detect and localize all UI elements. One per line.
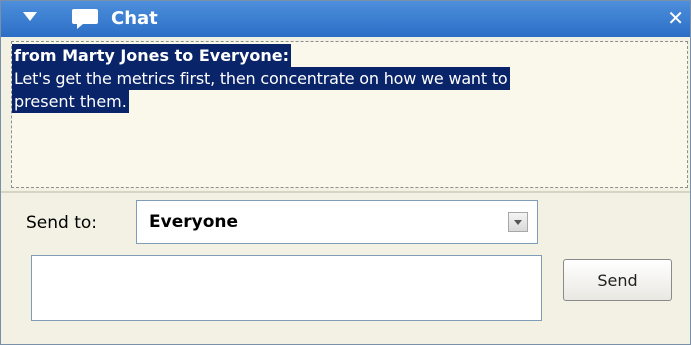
chat-title: Chat bbox=[111, 8, 158, 29]
close-icon[interactable]: ✕ bbox=[667, 5, 684, 31]
message-text-line: Let's get the metrics first, then concen… bbox=[12, 67, 510, 90]
send-button[interactable]: Send bbox=[563, 259, 672, 301]
speech-bubble-icon bbox=[72, 9, 98, 29]
message-text-line: present them. bbox=[12, 90, 129, 113]
divider bbox=[1, 191, 690, 193]
send-to-label: Send to: bbox=[26, 213, 98, 233]
chat-titlebar: Chat ✕ bbox=[1, 1, 690, 37]
chat-message: from Marty Jones to Everyone: Let's get … bbox=[12, 44, 687, 113]
collapse-triangle-icon[interactable] bbox=[23, 12, 37, 21]
send-to-selected-value: Everyone bbox=[149, 212, 239, 232]
chevron-down-icon[interactable] bbox=[508, 212, 528, 232]
send-to-dropdown[interactable]: Everyone bbox=[136, 200, 538, 244]
chat-panel: Chat ✕ from Marty Jones to Everyone: Let… bbox=[0, 0, 691, 345]
chat-message-area: from Marty Jones to Everyone: Let's get … bbox=[11, 41, 688, 188]
message-sender-header: from Marty Jones to Everyone: bbox=[12, 44, 291, 67]
message-input[interactable] bbox=[31, 255, 542, 321]
